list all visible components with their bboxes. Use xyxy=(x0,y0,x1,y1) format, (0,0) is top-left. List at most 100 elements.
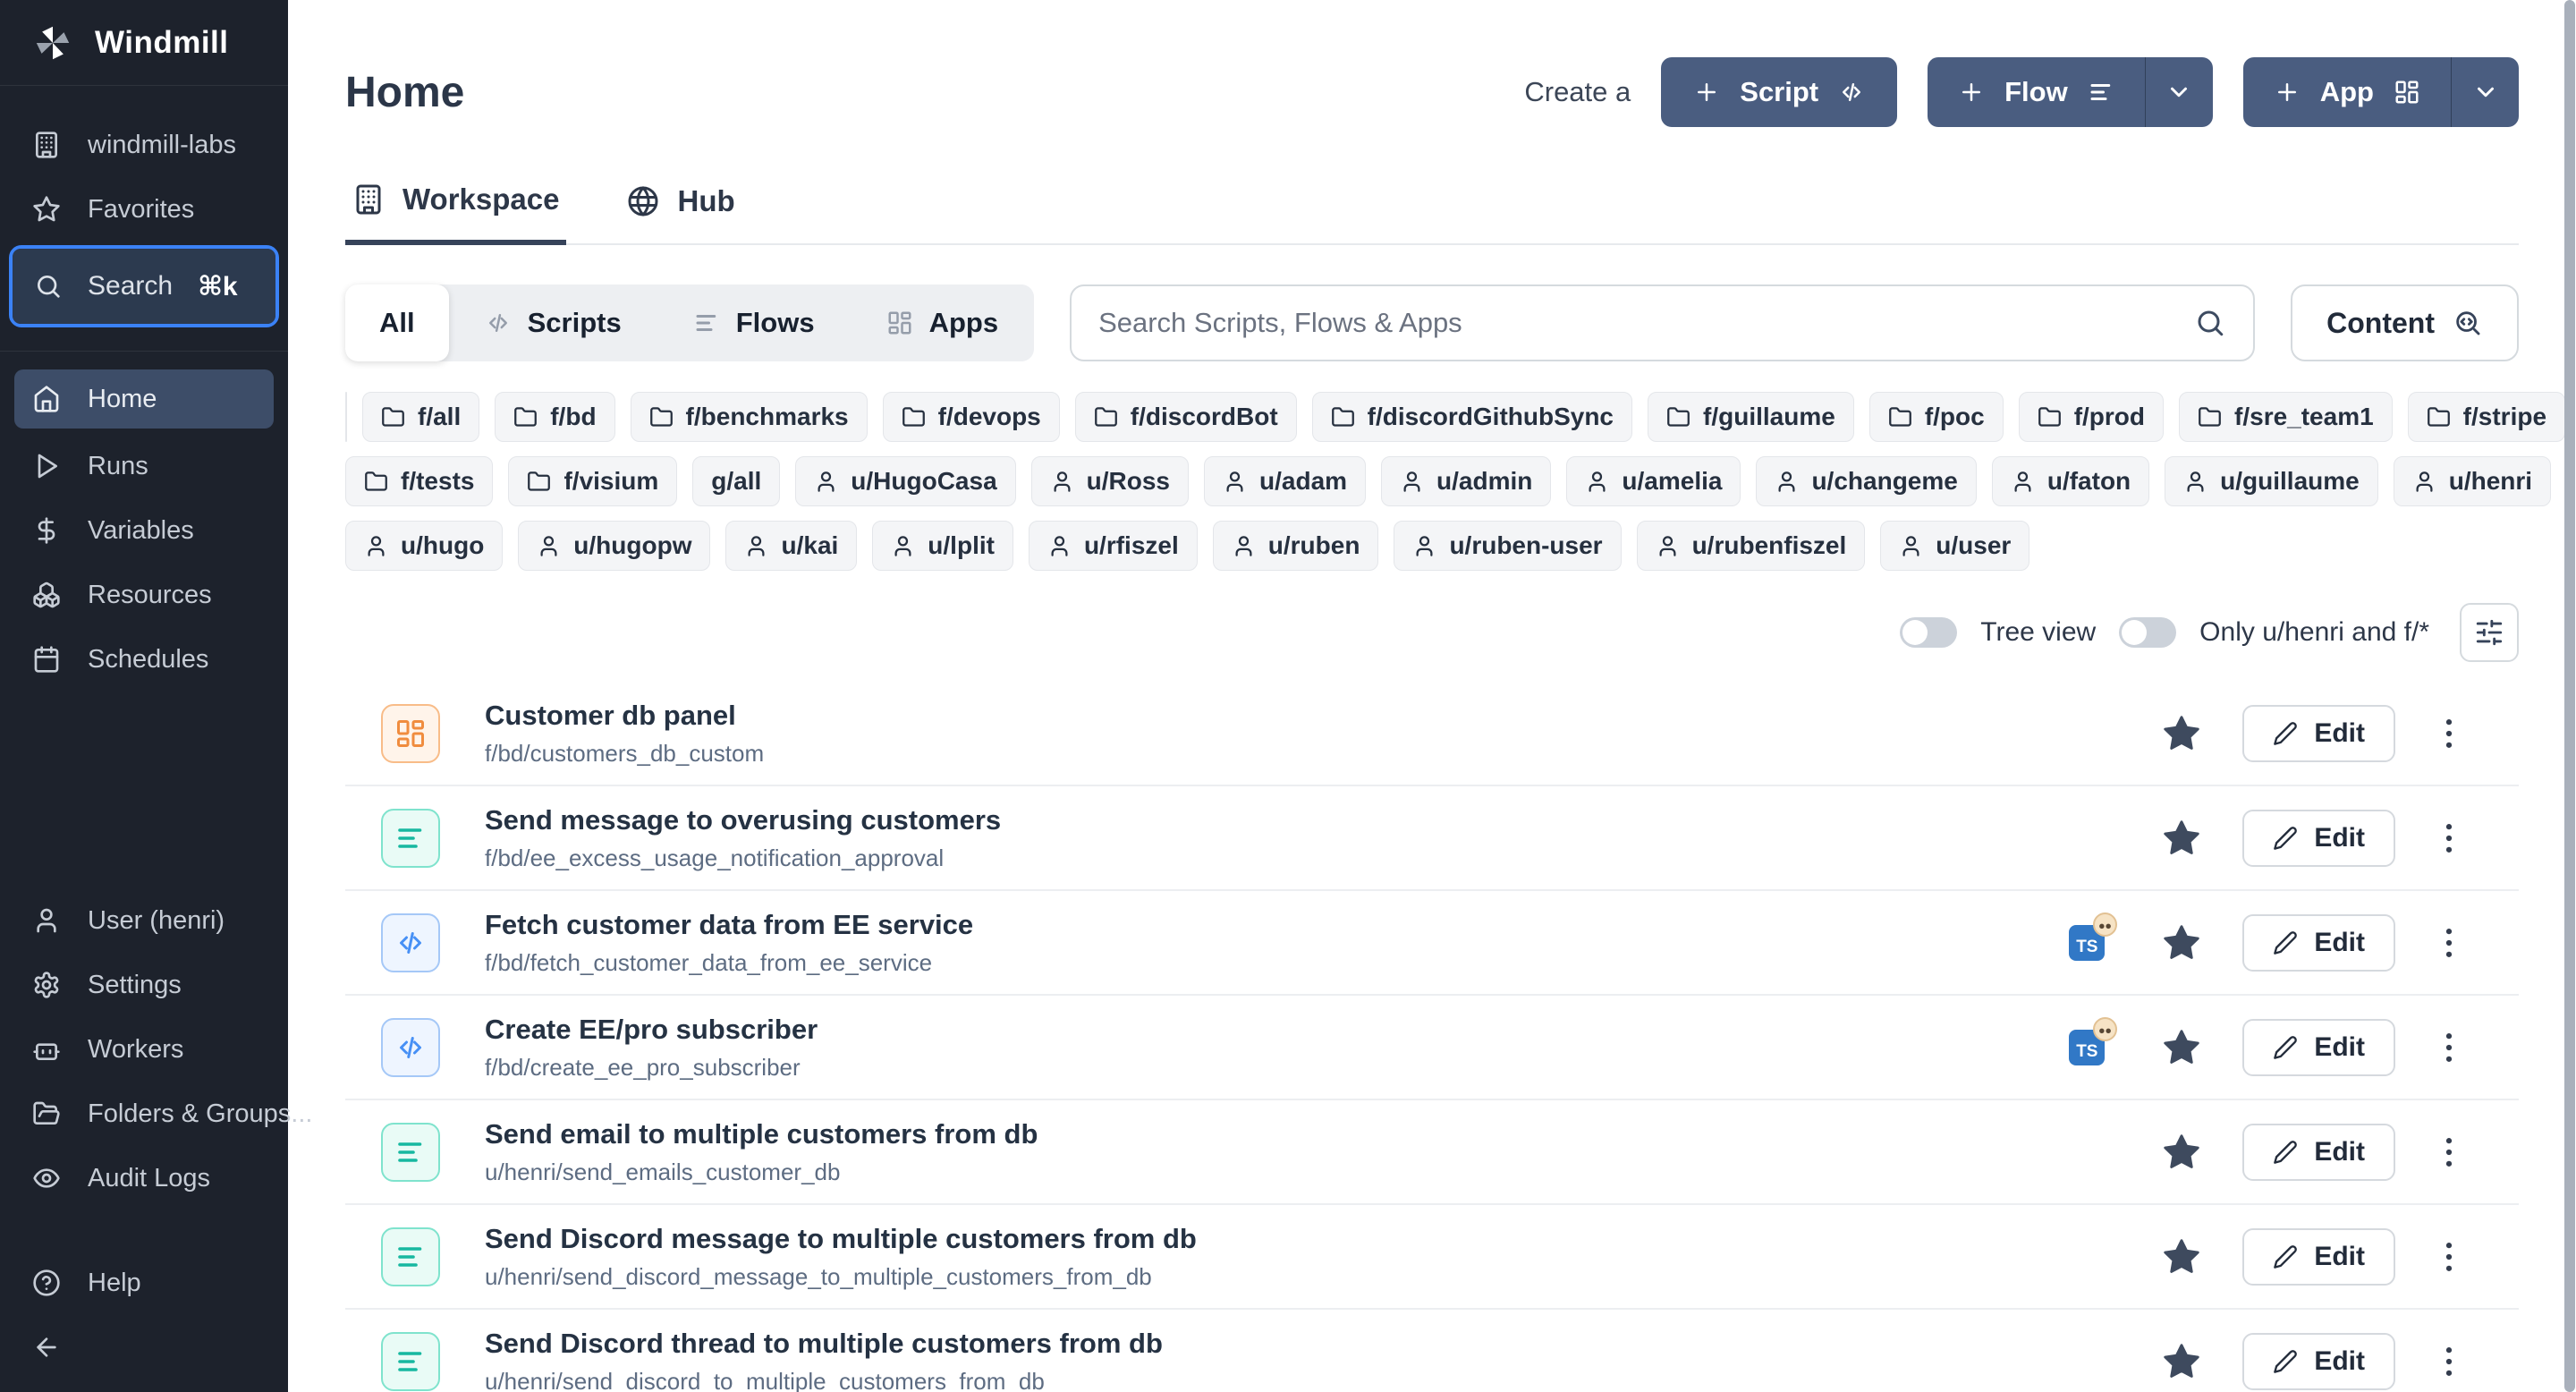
sidebar-item-favorites[interactable]: Favorites xyxy=(0,177,288,242)
chip-folder[interactable]: f/devops xyxy=(883,392,1060,442)
list-item-send-message-overusing[interactable]: Send message to overusing customers f/bd… xyxy=(345,786,2519,891)
list-item-send-discord-message[interactable]: Send Discord message to multiple custome… xyxy=(345,1205,2519,1310)
kebab-menu-icon[interactable] xyxy=(2429,1028,2469,1067)
segment-apps[interactable]: Apps xyxy=(851,284,1035,361)
kebab-menu-icon[interactable] xyxy=(2429,714,2469,753)
kebab-menu-icon[interactable] xyxy=(2429,819,2469,858)
chip-folder[interactable]: f/all xyxy=(362,392,479,442)
advanced-filters-button[interactable] xyxy=(2460,603,2519,662)
segment-flows[interactable]: Flows xyxy=(657,284,851,361)
list-item-customer-db-panel[interactable]: Customer db panel f/bd/customers_db_cust… xyxy=(345,682,2519,786)
create-flow-dropdown[interactable] xyxy=(2145,57,2213,127)
segment-scripts[interactable]: Scripts xyxy=(449,284,657,361)
sidebar-item-variables[interactable]: Variables xyxy=(0,498,288,563)
chip-user[interactable]: u/rfiszel xyxy=(1029,521,1198,571)
sidebar-item-settings[interactable]: Settings xyxy=(0,953,288,1017)
search-icon[interactable] xyxy=(2194,307,2226,339)
favorite-star-icon[interactable] xyxy=(2162,1028,2201,1067)
list-item-send-email-multiple[interactable]: Send email to multiple customers from db… xyxy=(345,1100,2519,1205)
chip-user[interactable]: u/HugoCasa xyxy=(795,456,1015,506)
chip-folder[interactable]: f/discordBot xyxy=(1075,392,1297,442)
chip-folder[interactable]: f/visium xyxy=(508,456,677,506)
tab-workspace[interactable]: Workspace xyxy=(345,182,566,245)
content-search-button[interactable]: Content xyxy=(2291,284,2519,361)
search-input[interactable] xyxy=(1098,307,2194,339)
favorite-star-icon[interactable] xyxy=(2162,1133,2201,1172)
favorite-star-icon[interactable] xyxy=(2162,1237,2201,1277)
chip-user[interactable]: u/rubenfiszel xyxy=(1637,521,1866,571)
chip-folder[interactable]: f/poc xyxy=(1869,392,2004,442)
chip-folder[interactable]: f/stripe xyxy=(2408,392,2565,442)
sidebar-item-user[interactable]: User (henri) xyxy=(0,888,288,953)
chip-empty[interactable] xyxy=(345,392,347,442)
tree-view-toggle[interactable] xyxy=(1900,617,1957,648)
chip-user[interactable]: u/adam xyxy=(1204,456,1366,506)
favorite-star-icon[interactable] xyxy=(2162,714,2201,753)
only-filter-toggle[interactable] xyxy=(2119,617,2176,648)
create-app-dropdown[interactable] xyxy=(2451,57,2519,127)
chip-user[interactable]: u/admin xyxy=(1381,456,1551,506)
tab-hub[interactable]: Hub xyxy=(620,182,741,243)
segment-all[interactable]: All xyxy=(345,284,449,361)
chip-user[interactable]: u/changeme xyxy=(1756,456,1976,506)
chip-folder[interactable]: f/guillaume xyxy=(1648,392,1854,442)
create-app-button[interactable]: App xyxy=(2243,57,2451,127)
chip-user[interactable]: u/lplit xyxy=(872,521,1013,571)
sidebar-collapse-button[interactable] xyxy=(0,1315,288,1379)
sidebar-item-runs[interactable]: Runs xyxy=(0,434,288,498)
sidebar-item-audit-logs[interactable]: Audit Logs xyxy=(0,1146,288,1210)
chip-folder[interactable]: f/sre_team1 xyxy=(2179,392,2393,442)
chip-folder[interactable]: f/discordGithubSync xyxy=(1312,392,1632,442)
chip-user[interactable]: u/faton xyxy=(1992,456,2149,506)
chip-group[interactable]: g/all xyxy=(692,456,780,506)
chip-folder[interactable]: f/tests xyxy=(345,456,493,506)
person-icon xyxy=(537,534,561,558)
edit-button[interactable]: Edit xyxy=(2242,810,2395,867)
chip-folder[interactable]: f/prod xyxy=(2019,392,2164,442)
sidebar-item-home[interactable]: Home xyxy=(14,369,274,429)
edit-button[interactable]: Edit xyxy=(2242,1333,2395,1390)
edit-button[interactable]: Edit xyxy=(2242,914,2395,972)
search-label: Search xyxy=(88,271,173,301)
favorite-star-icon[interactable] xyxy=(2162,819,2201,858)
page-scrollbar[interactable] xyxy=(2564,0,2575,1392)
chip-user[interactable]: u/kai xyxy=(725,521,857,571)
chip-user[interactable]: u/Ross xyxy=(1031,456,1189,506)
kebab-menu-icon[interactable] xyxy=(2429,923,2469,963)
sidebar-item-folders-groups[interactable]: Folders & Groups... xyxy=(0,1082,288,1146)
favorite-star-icon[interactable] xyxy=(2162,1342,2201,1381)
sidebar-item-help[interactable]: Help xyxy=(0,1251,288,1315)
create-flow-button[interactable]: Flow xyxy=(1928,57,2145,127)
edit-button[interactable]: Edit xyxy=(2242,1228,2395,1286)
sidebar-item-workers[interactable]: Workers xyxy=(0,1017,288,1082)
kebab-menu-icon[interactable] xyxy=(2429,1342,2469,1381)
chip-user[interactable]: u/ruben-user xyxy=(1394,521,1621,571)
sidebar-item-resources[interactable]: Resources xyxy=(0,563,288,627)
list-item-send-discord-thread[interactable]: Send Discord thread to multiple customer… xyxy=(345,1310,2519,1392)
globe-icon xyxy=(627,185,659,217)
chip-user[interactable]: u/hugopw xyxy=(518,521,710,571)
chip-user[interactable]: u/henri xyxy=(2394,456,2551,506)
list-item-create-ee-pro-subscriber[interactable]: Create EE/pro subscriber f/bd/create_ee_… xyxy=(345,996,2519,1100)
chip-user[interactable]: u/ruben xyxy=(1213,521,1379,571)
kebab-menu-icon[interactable] xyxy=(2429,1133,2469,1172)
sidebar-main-menu: Home Runs Variables Resources Schedules xyxy=(0,352,288,692)
list-item-fetch-customer-data[interactable]: Fetch customer data from EE service f/bd… xyxy=(345,891,2519,996)
sidebar-item-workspace[interactable]: windmill-labs xyxy=(0,113,288,177)
chip-folder[interactable]: f/benchmarks xyxy=(631,392,868,442)
chip-user[interactable]: u/user xyxy=(1880,521,2029,571)
chip-user[interactable]: u/hugo xyxy=(345,521,503,571)
sidebar-item-schedules[interactable]: Schedules xyxy=(0,627,288,692)
edit-button[interactable]: Edit xyxy=(2242,705,2395,762)
chip-folder[interactable]: f/bd xyxy=(495,392,614,442)
kebab-menu-icon[interactable] xyxy=(2429,1237,2469,1277)
chip-label: u/lplit xyxy=(928,531,995,560)
chip-user[interactable]: u/amelia xyxy=(1566,456,1741,506)
favorite-star-icon[interactable] xyxy=(2162,923,2201,963)
sidebar-search-button[interactable]: Search ⌘k xyxy=(13,249,275,324)
edit-button[interactable]: Edit xyxy=(2242,1124,2395,1181)
app-logo[interactable]: Windmill xyxy=(0,0,288,86)
edit-button[interactable]: Edit xyxy=(2242,1019,2395,1076)
create-script-button[interactable]: Script xyxy=(1661,57,1897,127)
chip-user[interactable]: u/guillaume xyxy=(2165,456,2378,506)
